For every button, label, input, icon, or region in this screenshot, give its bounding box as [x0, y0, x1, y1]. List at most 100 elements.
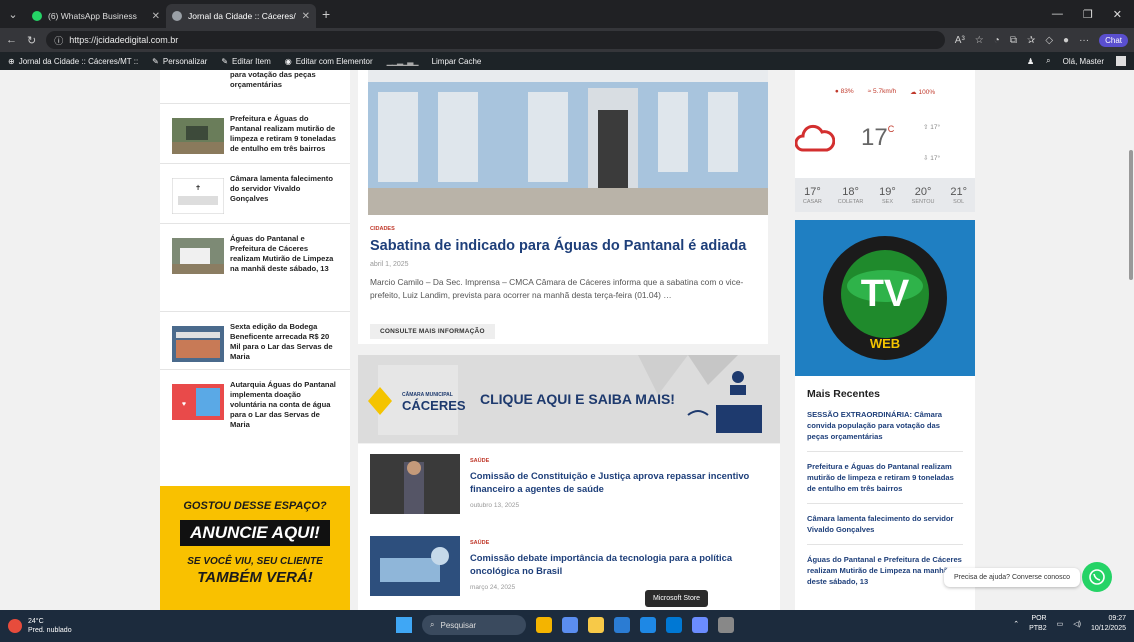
- wp-site-link[interactable]: ⊕ Jornal da Cidade :: Cáceres/MT ::: [8, 57, 138, 66]
- close-icon[interactable]: ✕: [152, 11, 160, 22]
- news-item[interactable]: SAÚDE Comissão de Constituição e Justiça…: [370, 454, 770, 524]
- back-icon[interactable]: ←: [6, 34, 17, 46]
- list-item[interactable]: ✝ Câmara lamenta falecimento do servidor…: [160, 164, 350, 224]
- favorites-icon[interactable]: ✰: [1027, 35, 1035, 46]
- news-thumbnail[interactable]: [370, 454, 460, 514]
- left-sidebar: para votação das peças orçamentárias Pre…: [160, 70, 350, 610]
- wp-elementor-link[interactable]: ◉ Editar com Elementor: [285, 57, 373, 66]
- widgets-icon[interactable]: [536, 617, 552, 633]
- camara-caceres-banner[interactable]: CÂMARA MUNICIPAL CÁCERES CLIQUE AQUI E S…: [358, 355, 780, 443]
- list-item[interactable]: Sexta edição da Bodega Beneficente arrec…: [160, 312, 350, 370]
- refresh-alt-icon[interactable]: ◔: [994, 35, 1000, 46]
- list-item[interactable]: para votação das peças orçamentárias: [160, 70, 350, 104]
- settings-icon[interactable]: [718, 617, 734, 633]
- post-category[interactable]: CIDADES: [370, 226, 395, 232]
- banner-cta: CLIQUE AQUI E SAIBA MAIS!: [480, 391, 675, 407]
- wp-admin-right: ♟ ⌕ Olá, Master: [1027, 56, 1126, 66]
- reload-icon[interactable]: ↻: [27, 34, 36, 47]
- copilot-chat-button[interactable]: Chat: [1099, 33, 1128, 47]
- list-item-title[interactable]: para votação das peças orçamentárias: [230, 70, 338, 103]
- news-item[interactable]: SAÚDE Comissão debate importância da tec…: [370, 536, 770, 606]
- whatsapp-help-bubble[interactable]: Precisa de ajuda? Converse conosco: [944, 568, 1080, 587]
- taskbar-weather[interactable]: 24°C Pred. nublado: [0, 617, 200, 635]
- wp-edit-item-link[interactable]: ✎ Editar Item: [221, 57, 270, 66]
- tab-whatsapp[interactable]: (6) WhatsApp Business ✕: [26, 4, 166, 28]
- task-view-icon[interactable]: [562, 617, 578, 633]
- tab-label: (6) WhatsApp Business: [48, 11, 137, 21]
- input-language[interactable]: POR PTB2: [1029, 614, 1047, 634]
- search-icon[interactable]: ⌕: [1046, 56, 1050, 66]
- browser-toolbar: A³ ☆ ◔ ⧉ ✰ ◇ ● ··· Chat: [955, 33, 1128, 47]
- chrome-icon[interactable]: [640, 617, 656, 633]
- wp-personalize-link[interactable]: ✎ Personalizar: [152, 57, 207, 66]
- taskbar-search-label: Pesquisar: [440, 620, 477, 630]
- network-icon[interactable]: ▭: [1057, 620, 1064, 628]
- news-thumbnail[interactable]: [172, 326, 224, 362]
- tray-chevron-icon[interactable]: ⌃: [1013, 620, 1019, 628]
- featured-image[interactable]: [368, 70, 768, 215]
- restore-button[interactable]: ❐: [1083, 8, 1093, 21]
- ad-line: TAMBÉM VERÁ!: [197, 569, 313, 586]
- windows-start-icon[interactable]: [396, 617, 412, 633]
- close-icon[interactable]: ✕: [302, 11, 310, 22]
- advertise-here-banner[interactable]: GOSTOU DESSE ESPAÇO? ANUNCIE AQUI! SE VO…: [160, 486, 350, 610]
- list-item-title[interactable]: Prefeitura e Águas do Pantanal realizam …: [230, 114, 338, 163]
- news-thumbnail[interactable]: [370, 536, 460, 596]
- search-icon: ⌕: [430, 620, 435, 629]
- svg-text:♥: ♥: [182, 401, 186, 408]
- microsoft-store-icon[interactable]: [666, 617, 682, 633]
- weather-icon: [8, 619, 22, 633]
- shield-icon[interactable]: ◇: [1045, 35, 1053, 46]
- recent-post-link[interactable]: SESSÃO EXTRAORDINÁRIA: Câmara convida po…: [807, 406, 963, 452]
- edge-icon[interactable]: [614, 617, 630, 633]
- tv-web-banner[interactable]: TV WEB: [795, 220, 975, 376]
- tab-jornal[interactable]: Jornal da Cidade :: Cáceres/MT :: · ✕: [166, 4, 316, 28]
- new-tab-button[interactable]: +: [322, 6, 330, 22]
- more-icon[interactable]: ···: [1079, 35, 1089, 46]
- cloud-value: 100%: [918, 89, 936, 96]
- whatsapp-chat-button[interactable]: [1082, 562, 1112, 592]
- site-info-icon[interactable]: ⓘ: [54, 34, 63, 47]
- recent-post-link[interactable]: Águas do Pantanal e Prefeitura de Cácere…: [807, 551, 963, 596]
- news-thumbnail[interactable]: [172, 118, 224, 154]
- minimize-button[interactable]: —: [1052, 8, 1063, 21]
- split-screen-icon[interactable]: ⧉: [1010, 35, 1017, 46]
- avatar[interactable]: [1116, 56, 1126, 66]
- post-title[interactable]: Sabatina de indicado para Águas do Panta…: [370, 238, 746, 254]
- cloud-icon: [795, 124, 835, 152]
- taskbar-search[interactable]: ⌕ Pesquisar: [422, 615, 526, 635]
- nota-de-pesar-thumbnail[interactable]: ✝: [172, 178, 224, 214]
- app-icon[interactable]: [692, 617, 708, 633]
- list-item-title[interactable]: Câmara lamenta falecimento do servidor V…: [230, 174, 338, 223]
- news-title[interactable]: Comissão de Constituição e Justiça aprov…: [470, 469, 770, 495]
- profile-icon[interactable]: ●: [1063, 35, 1069, 46]
- volume-icon[interactable]: ◁): [1073, 620, 1081, 628]
- list-item-title[interactable]: Sexta edição da Bodega Beneficente arrec…: [230, 322, 338, 369]
- scrollbar-thumb[interactable]: [1129, 150, 1133, 280]
- favorite-icon[interactable]: ☆: [975, 35, 984, 46]
- list-item-title[interactable]: Autarquia Águas do Pantanal implementa d…: [230, 380, 338, 446]
- news-thumbnail[interactable]: ♥: [172, 384, 224, 420]
- notification-icon[interactable]: ♟: [1027, 57, 1034, 66]
- list-item-title[interactable]: Águas do Pantanal e Prefeitura de Cácere…: [230, 234, 338, 311]
- list-item[interactable]: ♥ Autarquia Águas do Pantanal implementa…: [160, 370, 350, 446]
- news-category[interactable]: SAÚDE: [470, 540, 489, 546]
- list-item[interactable]: Águas do Pantanal e Prefeitura de Cácere…: [160, 224, 350, 312]
- read-aloud-icon[interactable]: A³: [955, 35, 965, 46]
- file-explorer-icon[interactable]: [588, 617, 604, 633]
- page-scrollbar[interactable]: [1128, 70, 1134, 610]
- clock[interactable]: 09:27 10/12/2025: [1091, 614, 1126, 634]
- recent-post-link[interactable]: Prefeitura e Águas do Pantanal realizam …: [807, 458, 963, 504]
- wp-greeting[interactable]: Olá, Master: [1063, 57, 1104, 66]
- tab-list-icon[interactable]: ⌄: [0, 8, 26, 21]
- wp-stats-graph[interactable]: ▁▁▂▁▃▁: [387, 57, 419, 66]
- close-window-button[interactable]: ✕: [1113, 8, 1122, 21]
- news-title[interactable]: Comissão debate importância da tecnologi…: [470, 551, 770, 577]
- list-item[interactable]: Prefeitura e Águas do Pantanal realizam …: [160, 104, 350, 164]
- news-thumbnail[interactable]: [172, 238, 224, 274]
- read-more-button[interactable]: CONSULTE MAIS INFORMAÇÃO: [370, 324, 495, 339]
- recent-post-link[interactable]: Câmara lamenta falecimento do servidor V…: [807, 510, 963, 545]
- url-field[interactable]: ⓘ https://jcidadedigital.com.br: [46, 31, 945, 49]
- news-category[interactable]: SAÚDE: [470, 458, 489, 464]
- wp-clear-cache-link[interactable]: Limpar Cache: [432, 57, 482, 66]
